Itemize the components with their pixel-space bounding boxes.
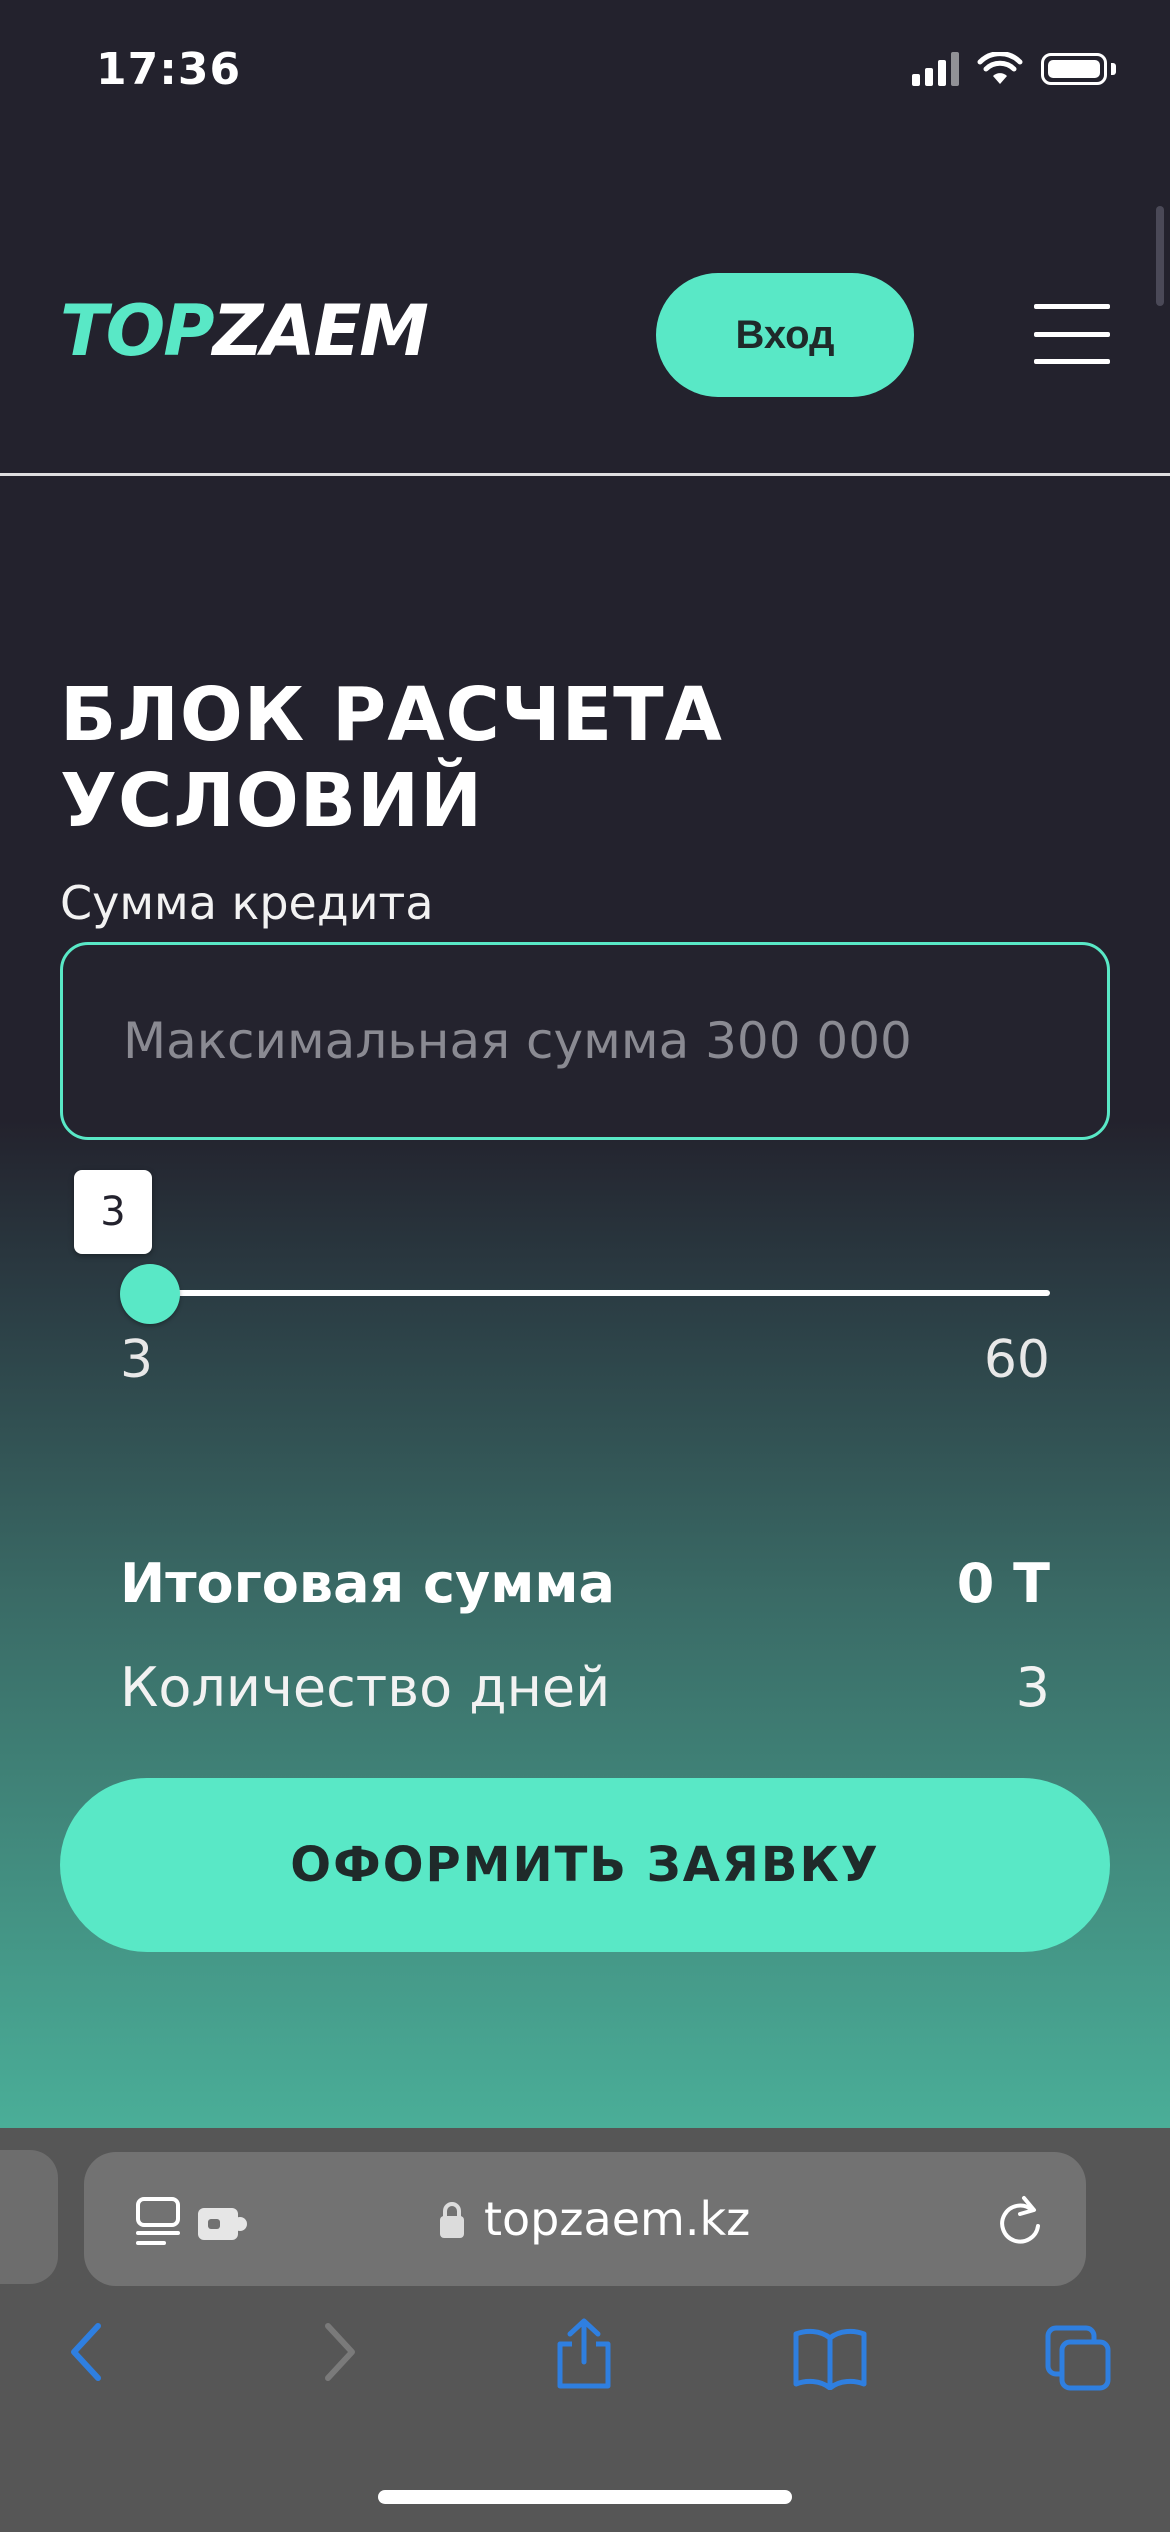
status-icons <box>912 52 1116 86</box>
hamburger-icon[interactable] <box>1034 304 1110 364</box>
total-amount-label: Итоговая сумма <box>120 1552 615 1615</box>
section-title: БЛОК РАСЧЕТА УСЛОВИЙ <box>60 672 723 844</box>
extension-icon[interactable] <box>196 2204 248 2244</box>
share-icon[interactable] <box>552 2318 616 2390</box>
reader-icon[interactable] <box>134 2196 184 2248</box>
days-slider-thumb[interactable] <box>120 1264 180 1324</box>
days-slider-track[interactable] <box>150 1290 1050 1296</box>
back-icon[interactable] <box>66 2320 106 2384</box>
reload-icon[interactable] <box>994 2194 1046 2250</box>
logo-letters-op: OP <box>105 290 215 372</box>
home-indicator[interactable] <box>378 2490 792 2504</box>
battery-icon <box>1041 53 1107 85</box>
login-button[interactable]: Вход <box>656 273 914 397</box>
amount-input[interactable] <box>60 942 1110 1140</box>
days-count-value: 3 <box>1015 1656 1050 1719</box>
topzaem-logo[interactable]: TOPZAEM <box>60 290 429 372</box>
battery-tip <box>1111 63 1116 75</box>
logo-letter-t: T <box>60 290 108 372</box>
logo-letters-zaem: ZAEM <box>212 290 429 372</box>
url-text[interactable]: topzaem.kz <box>484 2192 750 2246</box>
slider-min-label: 3 <box>120 1330 154 1390</box>
forward-icon[interactable] <box>320 2320 360 2384</box>
status-time: 17:36 <box>96 44 242 95</box>
header-divider <box>0 473 1170 476</box>
previous-tab-stub[interactable] <box>0 2150 58 2284</box>
scroll-indicator[interactable] <box>1156 206 1164 306</box>
total-amount-value: 0 Т <box>956 1552 1050 1615</box>
lock-icon <box>440 2202 464 2238</box>
tabs-icon[interactable] <box>1044 2324 1114 2392</box>
cellular-signal-icon <box>912 52 959 86</box>
wifi-icon <box>977 52 1023 84</box>
bookmarks-icon[interactable] <box>792 2326 868 2390</box>
slider-value-tooltip: 3 <box>74 1170 152 1254</box>
apply-button[interactable]: ОФОРМИТЬ ЗАЯВКУ <box>60 1778 1110 1952</box>
days-count-label: Количество дней <box>120 1656 611 1719</box>
amount-label: Сумма кредита <box>60 876 434 930</box>
slider-max-label: 60 <box>983 1330 1050 1390</box>
